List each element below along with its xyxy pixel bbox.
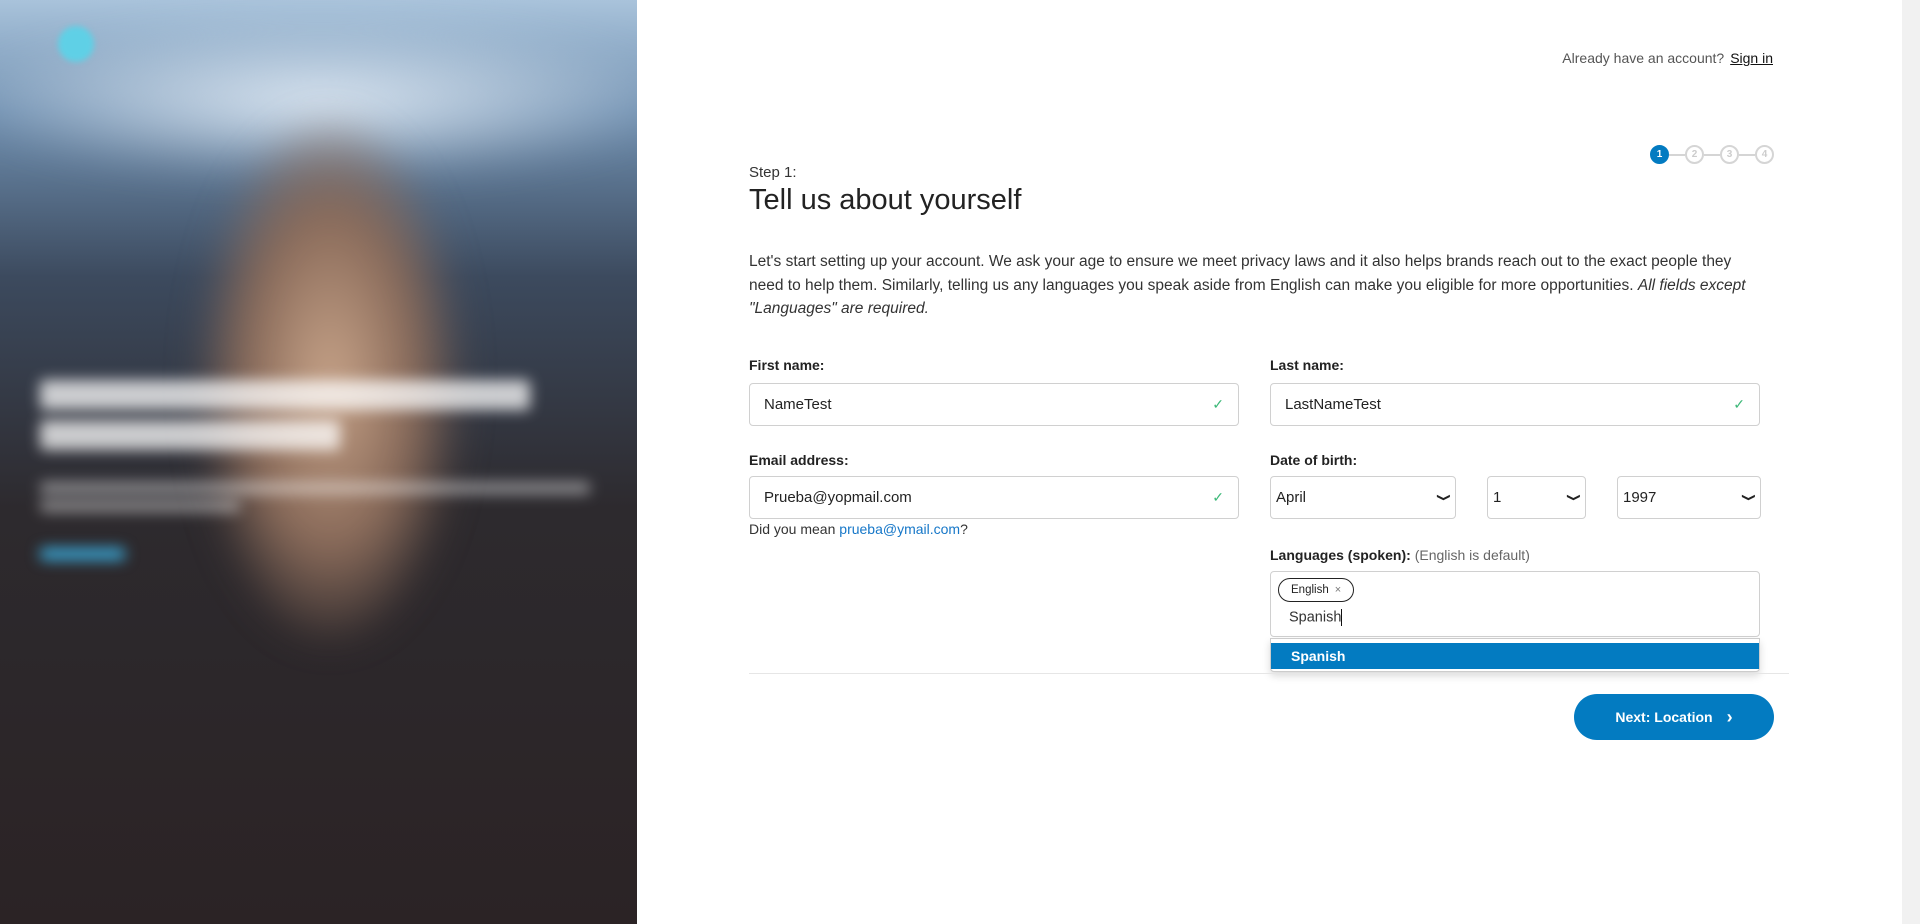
check-icon: ✓	[1212, 489, 1224, 505]
first-name-input[interactable]: NameTest ✓	[749, 383, 1239, 426]
dob-month-select[interactable]: April ❯	[1270, 476, 1456, 519]
brand-logo-icon	[58, 26, 94, 62]
page-title: Tell us about yourself	[749, 184, 1022, 216]
check-icon: ✓	[1733, 396, 1745, 412]
languages-label: Languages (spoken): (English is default)	[1270, 547, 1530, 563]
hero-image	[0, 0, 637, 924]
step-2: 2	[1685, 145, 1704, 164]
languages-dropdown: Spanish	[1270, 638, 1760, 672]
step-3: 3	[1720, 145, 1739, 164]
signin-text: Already have an account?	[1562, 50, 1725, 66]
chevron-down-icon: ❯	[1740, 493, 1755, 502]
chevron-right-icon: ›	[1726, 706, 1733, 727]
check-icon: ✓	[1212, 396, 1224, 412]
email-suggestion-link[interactable]: prueba@ymail.com	[839, 521, 960, 537]
languages-input[interactable]: English × Spanish	[1270, 571, 1760, 637]
remove-icon[interactable]: ×	[1335, 584, 1341, 596]
language-chip-english: English ×	[1278, 578, 1355, 602]
dob-label: Date of birth:	[1270, 452, 1358, 468]
next-location-button[interactable]: Next: Location ›	[1574, 694, 1774, 740]
intro-text: Let's start setting up your account. We …	[749, 253, 1746, 317]
dob-year-select[interactable]: 1997 ❯	[1617, 476, 1761, 519]
last-name-label: Last name:	[1270, 357, 1344, 373]
last-name-input[interactable]: LastNameTest ✓	[1270, 383, 1760, 426]
chevron-down-icon: ❯	[1565, 493, 1580, 502]
email-input[interactable]: Prueba@yopmail.com ✓	[749, 476, 1239, 519]
signin-link[interactable]: Sign in	[1730, 50, 1773, 66]
email-label: Email address:	[749, 452, 849, 468]
email-suggestion: Did you mean prueba@ymail.com?	[749, 521, 968, 537]
chevron-down-icon: ❯	[1435, 493, 1450, 502]
step-4: 4	[1755, 145, 1774, 164]
signin-prompt: Already have an account? Sign in	[1562, 50, 1773, 66]
step-1: 1	[1650, 145, 1669, 164]
step-label: Step 1:	[749, 164, 797, 181]
languages-search-text[interactable]: Spanish	[1289, 609, 1343, 626]
language-option-spanish[interactable]: Spanish	[1271, 643, 1759, 669]
scrollbar[interactable]	[1902, 0, 1920, 924]
dob-day-select[interactable]: 1 ❯	[1487, 476, 1586, 519]
first-name-label: First name:	[749, 357, 825, 373]
step-progress: 1 2 3 4	[1650, 145, 1774, 164]
divider	[749, 673, 1789, 674]
